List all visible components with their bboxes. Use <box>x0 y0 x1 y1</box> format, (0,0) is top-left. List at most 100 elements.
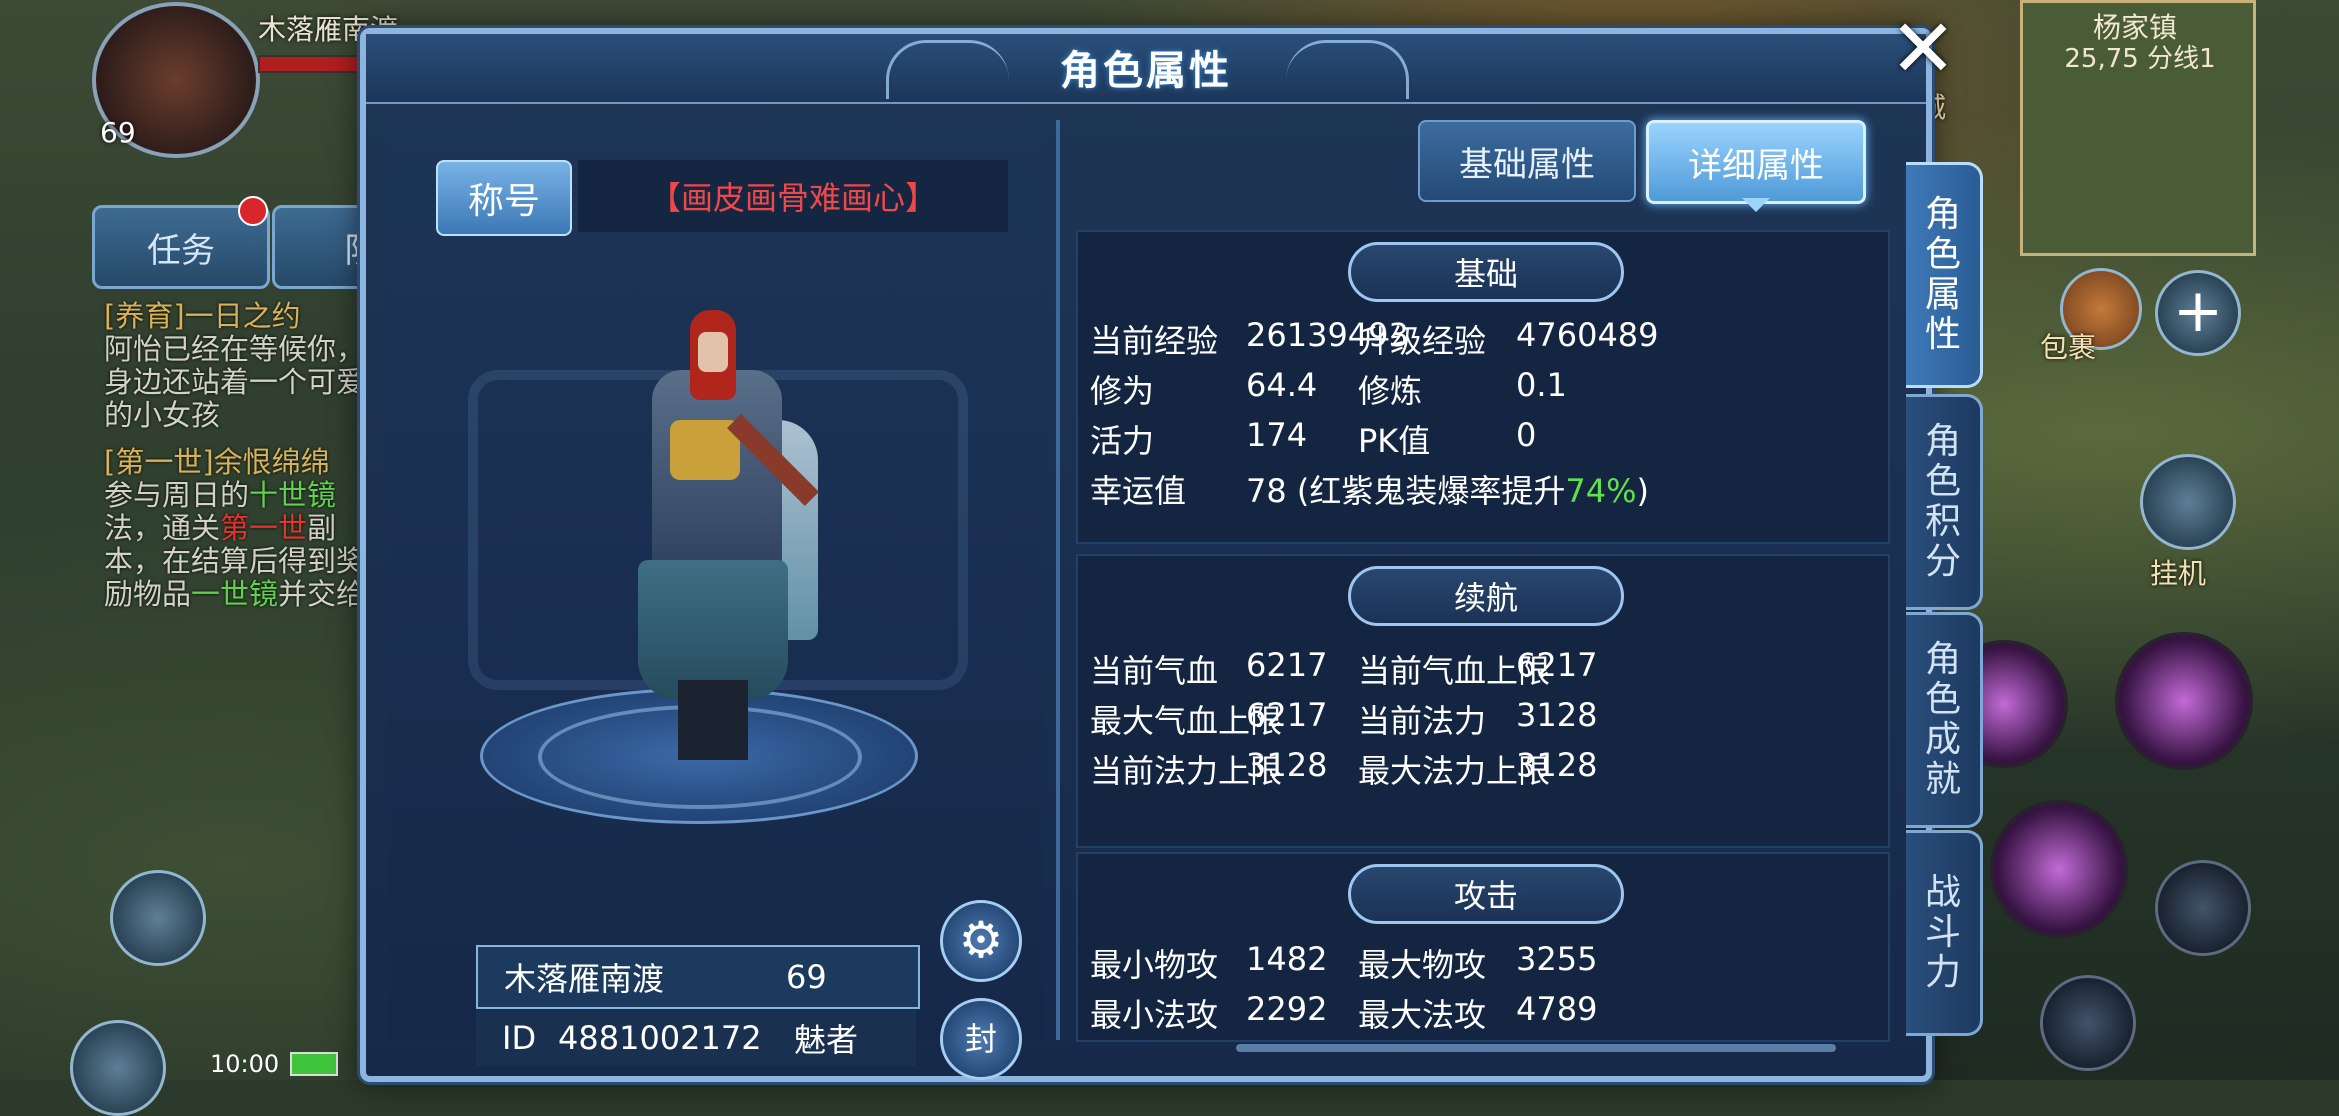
stat-row-luck: 幸运值 78 (红紫鬼装爆率提升74%) <box>1078 460 1888 510</box>
stat-value: 64.4 <box>1246 366 1318 404</box>
active-tab-pointer <box>1742 198 1770 212</box>
side-tab-combat-power[interactable]: 战斗力 <box>1906 830 1983 1036</box>
stat-value: 3128 <box>1246 746 1328 784</box>
side-tab-label: 角色属性 <box>1924 194 1961 355</box>
stat-row: 最大气血上限 6217 当前法力 3128 <box>1078 690 1888 740</box>
stat-label: 当前法力 <box>1358 702 1487 740</box>
stat-row: 当前气血 6217 当前气血上限 6217 <box>1078 640 1888 690</box>
character-name: 木落雁南渡 <box>504 960 665 998</box>
stat-label: 修为 <box>1090 372 1155 410</box>
stat-value: 2292 <box>1246 990 1328 1028</box>
stat-row: 活力 174 PK值 0 <box>1078 410 1888 460</box>
stat-value: 0 <box>1516 416 1537 454</box>
section-header: 基础 <box>1348 242 1624 302</box>
quest-text: 参与周日的 <box>104 478 250 512</box>
side-tab-label: 战斗力 <box>1924 872 1961 993</box>
stat-value: 1482 <box>1246 940 1328 978</box>
luck-text: 78 (红紫鬼装爆率提升 <box>1246 472 1566 510</box>
skill-orb[interactable] <box>2115 632 2253 770</box>
stat-value: 4789 <box>1516 990 1598 1028</box>
hook-icon[interactable] <box>2140 454 2236 550</box>
stat-label: 当前气血 <box>1090 652 1219 690</box>
stat-value: 3128 <box>1516 696 1598 734</box>
stat-row: 当前经验 26139493 升级经验 4760489 <box>1078 310 1888 360</box>
stat-label: 最小法攻 <box>1090 996 1219 1034</box>
character-level: 69 <box>786 958 827 996</box>
stat-value: 174 <box>1246 416 1308 454</box>
clock-text: 10:00 <box>210 1050 280 1078</box>
stat-value: 4760489 <box>1516 316 1659 354</box>
luck-tail: ) <box>1636 472 1649 510</box>
mount-button[interactable] <box>110 870 206 966</box>
quest-item[interactable]: [养育]一日之约 阿怡已经在等候你，身边还站着一个可爱的小女孩 <box>104 300 374 432</box>
lock-icon[interactable] <box>2040 975 2136 1071</box>
stat-value: 3255 <box>1516 940 1598 978</box>
quest-item[interactable]: [第一世]余恨绵绵 参与周日的十世镜法，通关第一世副本，在结算后得到奖励物品一世… <box>104 446 374 611</box>
battery-icon <box>290 1052 338 1076</box>
stat-row: 当前法力上限 3128 最大法力上限 3128 <box>1078 740 1888 790</box>
add-button[interactable] <box>70 1020 166 1116</box>
section-basic: 基础 当前经验 26139493 升级经验 4760489 修为 64.4 修炼… <box>1076 230 1890 544</box>
title-button[interactable]: 称号 <box>436 160 572 236</box>
gear-icon[interactable]: ⚙ <box>940 900 1022 982</box>
luck-value: 78 (红紫鬼装爆率提升74%) <box>1246 466 1649 512</box>
stat-label: 活力 <box>1090 422 1155 460</box>
stat-value: 6217 <box>1516 646 1598 684</box>
quest-highlight: 十世镜 <box>249 478 337 512</box>
character-id: 4881002172 <box>558 1019 762 1057</box>
skill-orb[interactable] <box>1990 800 2128 938</box>
stat-label: 修炼 <box>1358 372 1423 410</box>
stat-row: 最小物攻 1482 最大物攻 3255 <box>1078 934 1888 984</box>
character-preview-pane: 称号 【画皮画骨难画心】 木落雁南渡 69 ID 4881002172 魅者 ⚙… <box>388 120 1043 1080</box>
side-tab-label: 角色成就 <box>1924 639 1961 800</box>
side-tab-label: 角色积分 <box>1924 421 1961 582</box>
section-header: 续航 <box>1348 566 1624 626</box>
section-attack: 攻击 最小物攻 1482 最大物攻 3255 最小法攻 2292 最大法攻 47… <box>1076 852 1890 1042</box>
stat-value: 3128 <box>1516 746 1598 784</box>
quest-text: 阿怡已经在等候你，身边还站着一个可爱的小女孩 <box>104 332 366 432</box>
stat-value: 6217 <box>1246 696 1328 734</box>
stat-row: 修为 64.4 修炼 0.1 <box>1078 360 1888 410</box>
side-tab-points[interactable]: 角色积分 <box>1906 394 1983 610</box>
auto-hook-button[interactable]: 挂机 <box>2150 552 2206 592</box>
side-tab-attributes[interactable]: 角色属性 <box>1906 162 1983 388</box>
character-legs <box>678 680 748 760</box>
notification-dot <box>238 196 268 226</box>
stat-label: 当前经验 <box>1090 322 1219 360</box>
stat-label: 升级经验 <box>1358 322 1487 360</box>
scrollbar[interactable] <box>1236 1044 1836 1052</box>
lock-icon[interactable] <box>2155 860 2251 956</box>
id-label: ID <box>502 1019 537 1057</box>
tab-basic-attributes[interactable]: 基础属性 <box>1418 120 1636 202</box>
character-id-box: ID 4881002172 魅者 <box>476 1010 916 1066</box>
pane-divider <box>1056 120 1060 1040</box>
quest-list[interactable]: [养育]一日之约 阿怡已经在等候你，身边还站着一个可爱的小女孩 [第一世]余恨绵… <box>104 300 374 625</box>
stat-label: 最小物攻 <box>1090 946 1219 984</box>
side-tab-achievements[interactable]: 角色成就 <box>1906 612 1983 828</box>
tab-detailed-attributes[interactable]: 详细属性 <box>1646 120 1866 204</box>
quest-text: 法，通关 <box>104 511 221 545</box>
character-class: 魅者 <box>794 1021 859 1059</box>
character-panel: 角色属性 称号 【画皮画骨难画心】 木落雁南渡 69 ID 4881002172… <box>360 28 1983 1082</box>
seal-button[interactable]: 封 <box>940 998 1022 1080</box>
quest-highlight: 第一世 <box>220 511 308 545</box>
player-level: 69 <box>100 116 136 149</box>
stat-label: 最大法攻 <box>1358 996 1487 1034</box>
quest-title: [第一世]余恨绵绵 <box>104 445 330 479</box>
quest-title: [养育]一日之约 <box>104 299 301 333</box>
character-face <box>698 332 728 372</box>
plus-icon[interactable]: + <box>2155 270 2241 356</box>
panel-header: 角色属性 <box>366 34 1926 104</box>
stat-label: PK值 <box>1358 422 1431 460</box>
close-icon[interactable]: ✕ <box>1885 9 1961 90</box>
bag-button[interactable]: 包裹 <box>2040 326 2096 366</box>
stat-value: 0.1 <box>1516 366 1567 404</box>
quest-highlight: 一世镜 <box>191 577 279 611</box>
section-header: 攻击 <box>1348 864 1624 924</box>
quest-text: 并交给 <box>278 577 366 611</box>
stat-label: 幸运值 <box>1090 472 1187 510</box>
character-robe <box>638 560 788 700</box>
stat-row: 最小法攻 2292 最大法攻 4789 <box>1078 984 1888 1034</box>
character-name-box: 木落雁南渡 69 <box>476 945 920 1009</box>
map-coordinates: 25,75 分线1 <box>2064 44 2216 74</box>
